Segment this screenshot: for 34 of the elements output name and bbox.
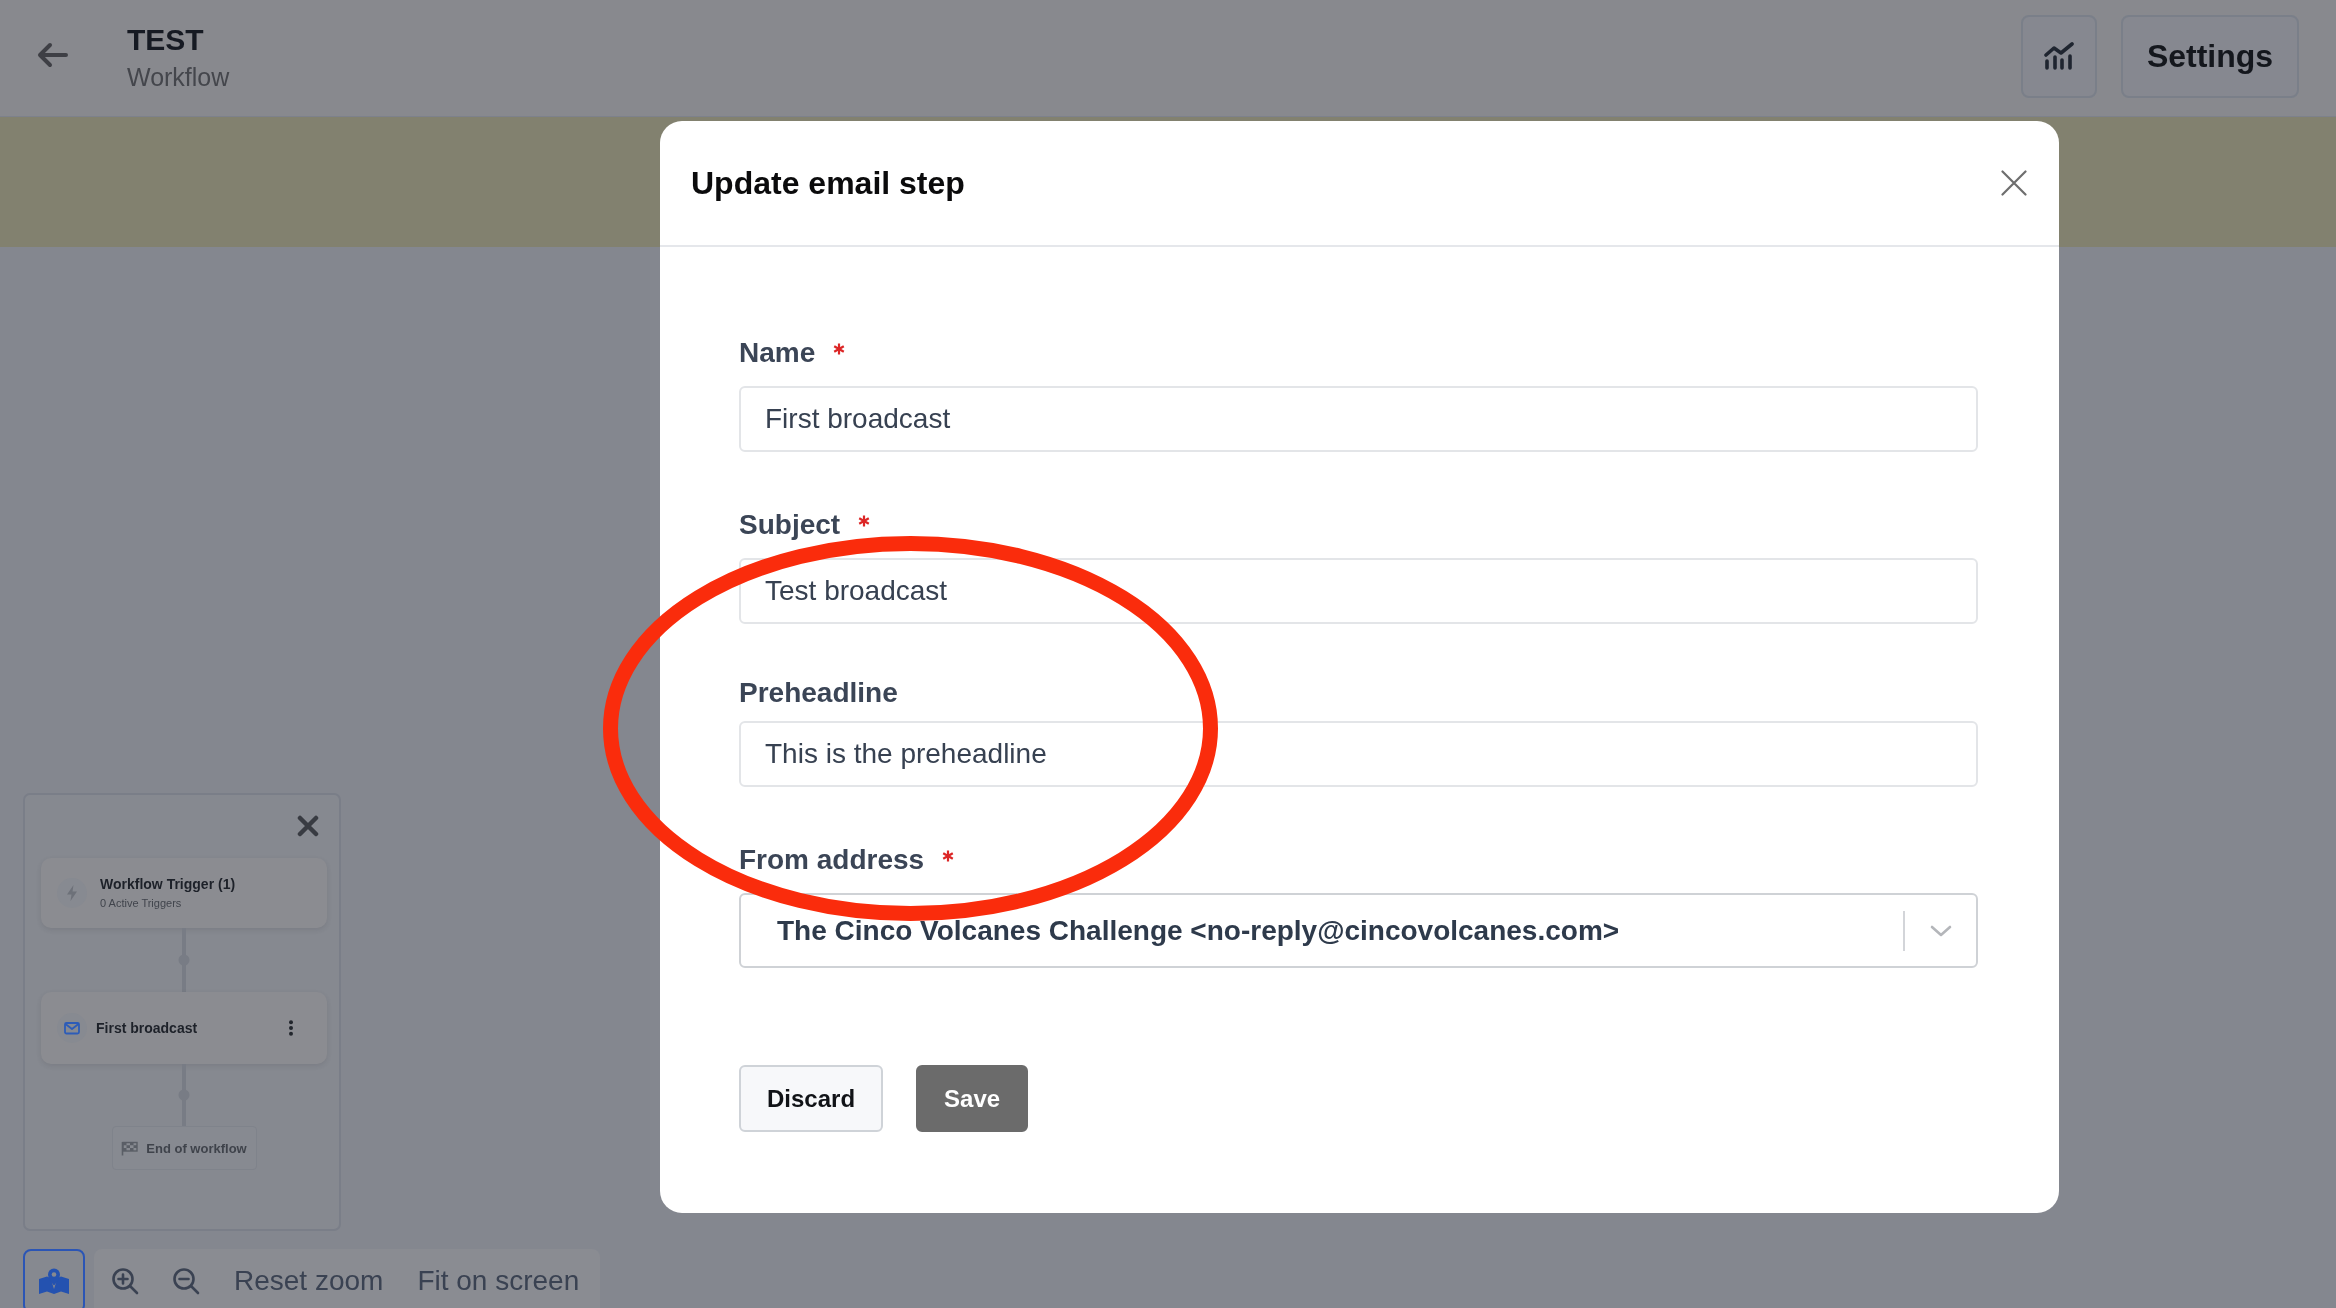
text-field[interactable]: Test broadcast (739, 558, 1978, 624)
field-label: Preheadline (739, 677, 898, 709)
text-field[interactable]: This is the preheadline (739, 721, 1978, 787)
kebab-menu-icon[interactable] (288, 1020, 294, 1036)
discard-button[interactable]: Discard (739, 1065, 884, 1132)
settings-button[interactable]: Settings (2121, 14, 2299, 98)
zoom-action-button[interactable]: Reset zoom (234, 1264, 384, 1298)
map-pin-icon (38, 1267, 70, 1295)
minimap-toggle-button[interactable] (23, 1249, 85, 1308)
workflow-subtitle: Workflow (127, 61, 230, 92)
email-node[interactable]: First broadcast (41, 992, 327, 1064)
chart-icon (2044, 42, 2074, 70)
close-icon[interactable] (2001, 170, 2027, 196)
zoom-in-icon[interactable] (111, 1267, 139, 1295)
trigger-node[interactable]: Workflow Trigger (1) 0 Active Triggers (41, 858, 327, 928)
dropdown-field[interactable]: The Cinco Volcanes Challenge <no-reply@cincovolcanes.com> (739, 893, 1978, 968)
back-arrow-icon[interactable] (37, 42, 68, 68)
field-label: From address (739, 844, 925, 876)
save-button[interactable]: Save (916, 1065, 1029, 1132)
field-label: Name (739, 337, 816, 369)
node-title: First broadcast (96, 1019, 199, 1037)
zoom-action-button[interactable]: Fit on screen (417, 1264, 580, 1298)
text-field[interactable]: First broadcast (739, 386, 1978, 452)
zoom-out-icon[interactable] (172, 1267, 200, 1295)
node-subtitle: 0 Active Triggers (100, 896, 183, 910)
close-icon[interactable] (297, 815, 319, 837)
node-title: Workflow Trigger (1) (100, 876, 237, 893)
checkered-flag-icon (121, 1140, 139, 1156)
field-label: Subject (739, 509, 841, 541)
analytics-button[interactable] (2021, 14, 2097, 98)
dialog-title: Update email step (691, 164, 966, 202)
node-title: End of workflow (146, 1140, 247, 1156)
chevron-down-icon (1930, 924, 1952, 937)
workflow-title: TEST (127, 22, 204, 57)
